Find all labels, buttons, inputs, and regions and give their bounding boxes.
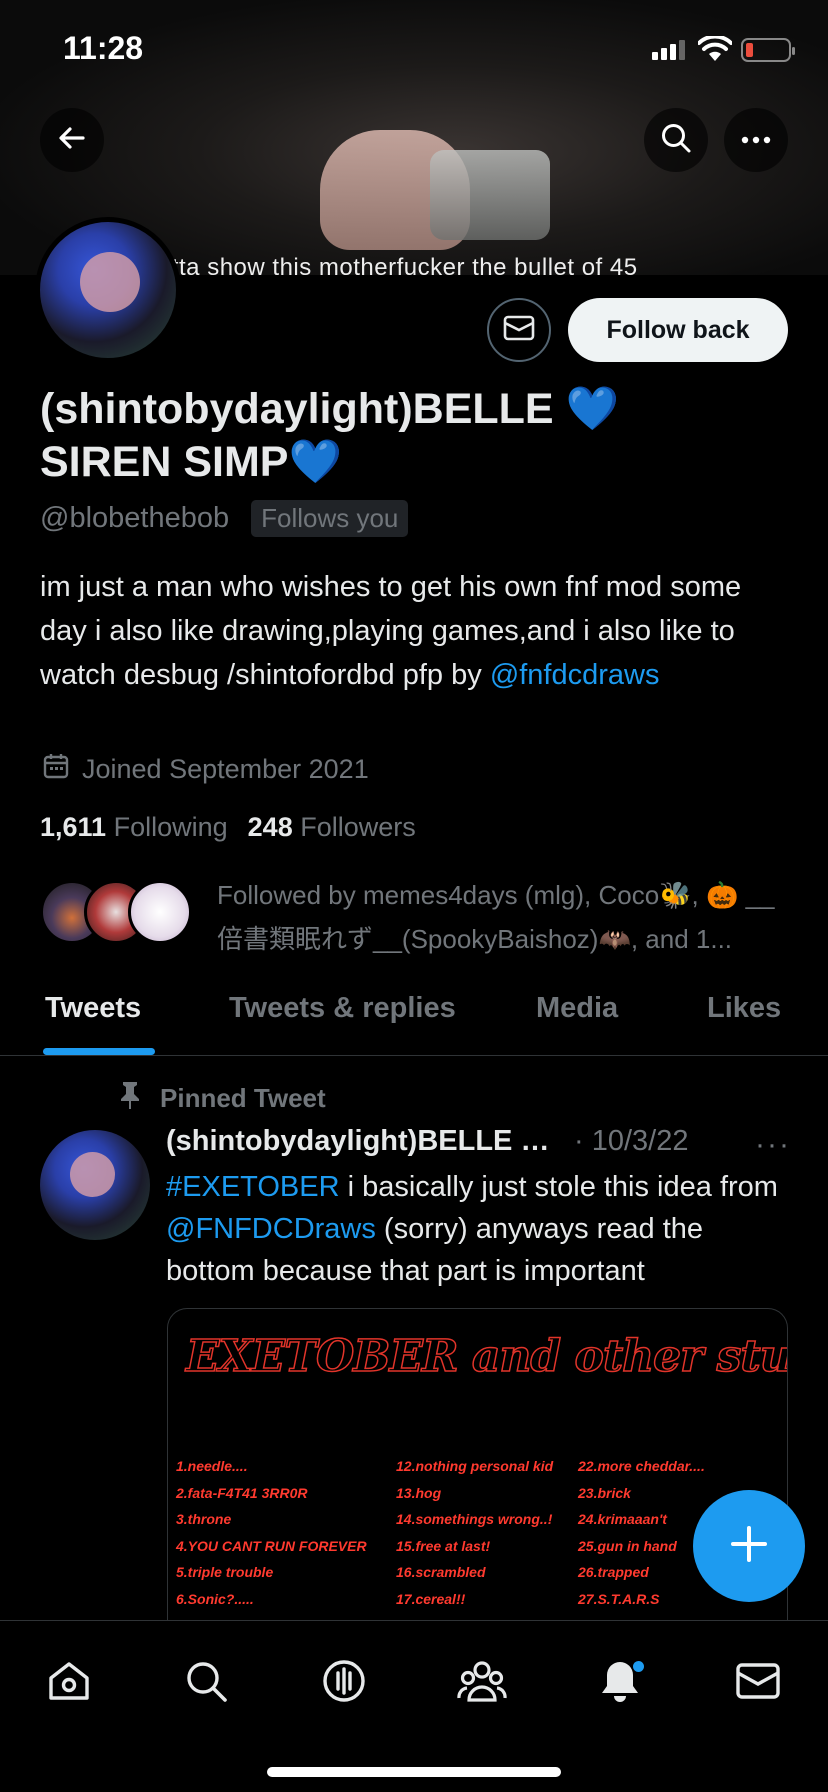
profile-tabs: Tweets Tweets & replies Media Likes — [0, 980, 828, 1056]
tweet-header: (shintobydaylight)BELLE 💙 SIREN SIMP💙 · … — [166, 1124, 786, 1158]
follows-you-badge: Follows you — [251, 500, 409, 537]
list-item: 13.hog — [396, 1484, 442, 1501]
envelope-icon — [503, 315, 535, 346]
tweet-hashtag[interactable]: #EXETOBER — [166, 1171, 340, 1203]
list-item: 2.fata-F4T41 3RR0R — [176, 1484, 308, 1501]
list-item: 14.somethings wrong..! — [396, 1511, 553, 1527]
search-icon — [660, 122, 692, 159]
tweet-text-part: i basically just stole this idea from — [339, 1171, 778, 1203]
list-item: 23.brick — [578, 1484, 631, 1501]
profile-bio: im just a man who wishes to get his own … — [40, 565, 780, 697]
follower-avatar — [128, 880, 192, 944]
nav-notifications[interactable] — [590, 1653, 650, 1713]
more-options-button[interactable] — [724, 108, 788, 172]
followers-label: Followers — [300, 812, 416, 842]
list-item: 6.Sonic?..... — [176, 1590, 254, 1607]
followed-by-text: Followed by memes4days (mlg), Coco🐝, 🎃 _… — [217, 880, 775, 954]
following-link[interactable]: 1,611 Following — [40, 812, 228, 843]
media-title: EXETOBER and other stuff — [185, 1330, 788, 1383]
pin-icon — [118, 1080, 142, 1117]
follow-counts: 1,611 Following 248 Followers — [40, 812, 416, 843]
list-item: 25.gun in hand — [578, 1537, 677, 1554]
banner-object — [430, 150, 550, 240]
list-item: 1.needle.... — [176, 1458, 248, 1474]
search-button[interactable] — [644, 108, 708, 172]
nav-spaces[interactable] — [314, 1653, 374, 1713]
battery-icon — [741, 38, 795, 62]
tweet-mention[interactable]: @FNFDCDraws — [166, 1213, 376, 1245]
tweet-media-image[interactable]: EXETOBER and other stuff 1.needle.... 2.… — [167, 1308, 788, 1628]
more-horizontal-icon — [741, 131, 771, 149]
banner-caption: utta show this motherfucker the bullet o… — [158, 254, 638, 275]
profile-display-name: (shintobydaylight)BELLE 💙 SIREN SIMP💙 — [40, 385, 620, 486]
nav-home[interactable] — [39, 1653, 99, 1713]
tab-likes[interactable]: Likes — [707, 992, 781, 1025]
notification-dot — [633, 1661, 644, 1672]
envelope-icon — [735, 1661, 781, 1706]
profile-avatar[interactable] — [35, 217, 181, 363]
followers-count: 248 — [247, 812, 293, 842]
search-icon — [183, 1658, 229, 1709]
active-tab-indicator — [43, 1048, 155, 1055]
followed-by-row[interactable]: Followed by memes4days (mlg), Coco🐝, 🎃 _… — [40, 870, 800, 954]
home-icon — [46, 1658, 92, 1709]
compose-tweet-button[interactable] — [693, 1490, 805, 1602]
joined-date: Joined September 2021 — [42, 752, 369, 787]
arrow-left-icon — [57, 123, 87, 158]
list-item: 4.YOU CANT RUN FOREVER — [176, 1537, 367, 1554]
follow-back-button[interactable]: Follow back — [568, 298, 788, 362]
nav-communities[interactable] — [452, 1653, 512, 1713]
back-button[interactable] — [40, 108, 104, 172]
status-bar: 11:28 — [0, 0, 828, 100]
media-list-col3: 22.more cheddar.... 23.brick 24.krimaaan… — [578, 1453, 705, 1628]
list-item: 24.krimaaan't — [578, 1511, 667, 1527]
status-time: 11:28 — [63, 30, 144, 66]
tab-tweets[interactable]: Tweets — [45, 992, 141, 1025]
list-item: 17.cereal!! — [396, 1590, 466, 1607]
wifi-icon — [697, 34, 733, 67]
handle-row: @blobethebob Follows you — [40, 500, 409, 537]
nav-search[interactable] — [176, 1653, 236, 1713]
list-item: 26.trapped — [578, 1564, 649, 1580]
calendar-icon — [42, 752, 70, 787]
media-list-col2: 12.nothing personal kid 13.hog 14.someth… — [396, 1453, 553, 1628]
tweet-date[interactable]: · 10/3/22 — [574, 1125, 688, 1158]
following-label: Following — [113, 812, 228, 842]
cellular-signal-icon — [652, 40, 685, 60]
list-item: 5.triple trouble — [176, 1564, 274, 1580]
list-item: 15.free at last! — [396, 1537, 491, 1554]
spaces-icon — [321, 1658, 367, 1709]
list-item: 3.throne — [176, 1511, 232, 1527]
bio-mention-link[interactable]: @fnfdcdraws — [490, 659, 660, 691]
tab-tweets-replies[interactable]: Tweets & replies — [229, 992, 456, 1025]
message-button[interactable] — [487, 298, 551, 362]
tweet-author-avatar[interactable] — [40, 1130, 150, 1240]
communities-icon — [457, 1658, 507, 1709]
home-indicator[interactable] — [267, 1767, 561, 1777]
list-item: 12.nothing personal kid — [396, 1458, 554, 1474]
pinned-tweet-label: Pinned Tweet — [118, 1080, 326, 1117]
tab-media[interactable]: Media — [536, 992, 618, 1025]
media-list-col1: 1.needle.... 2.fata-F4T41 3RR0R 3.throne… — [176, 1453, 367, 1628]
following-count: 1,611 — [40, 812, 107, 842]
nav-messages[interactable] — [728, 1653, 788, 1713]
list-item: 16.scrambled — [396, 1564, 486, 1580]
pinned-text: Pinned Tweet — [160, 1083, 326, 1113]
joined-text: Joined September 2021 — [82, 754, 369, 784]
tweet-author-name[interactable]: (shintobydaylight)BELLE 💙 SIREN SIMP💙 — [166, 1124, 566, 1158]
tweet-body: #EXETOBER i basically just stole this id… — [166, 1166, 786, 1292]
profile-handle: @blobethebob — [40, 502, 230, 534]
followers-link[interactable]: 248 Followers — [248, 812, 416, 843]
tweet-more-button[interactable]: ··· — [755, 1128, 791, 1162]
list-item: 27.S.T.A.R.S — [578, 1590, 660, 1607]
plus-icon — [729, 1524, 769, 1569]
list-item: 22.more cheddar.... — [578, 1458, 705, 1474]
